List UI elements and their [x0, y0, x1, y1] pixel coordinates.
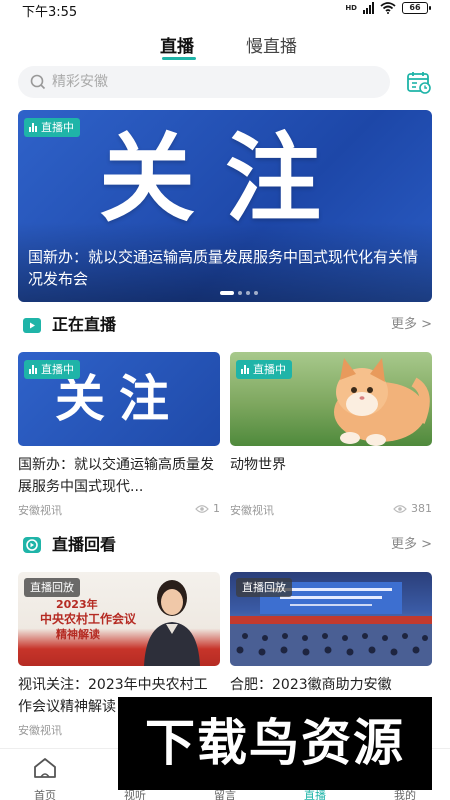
card-source: 安徽视讯: [18, 504, 62, 517]
tab-slow-live[interactable]: 慢直播: [246, 32, 297, 57]
live-badge: 直播中: [24, 118, 80, 137]
featured-banner[interactable]: 关注 直播中 国新办：就以交通运输高质量发展服务中国式现代化有关情况发布会: [18, 110, 432, 302]
eye-icon: [195, 504, 209, 513]
section-title: 直播回看: [52, 535, 117, 554]
live-card[interactable]: 关注 直播中 国新办：就以交通运输高质量发展服务中国式现代... 安徽视讯 1: [18, 352, 220, 518]
top-tabs: 直播 慢直播: [0, 30, 450, 62]
tv-icon: [23, 318, 41, 333]
live-section-header: 正在直播 更多 >: [18, 314, 432, 336]
tab-home[interactable]: 首页: [0, 749, 90, 800]
card-meta: 安徽视讯 381: [230, 502, 432, 518]
live-badge: 直播中: [236, 360, 292, 379]
replay-icon: [23, 537, 41, 553]
card-source: 安徽视讯: [230, 504, 274, 517]
replay-badge: 直播回放: [24, 578, 80, 597]
card-thumbnail: 关注 直播中: [18, 352, 220, 446]
search-input[interactable]: [52, 66, 372, 98]
status-bar: 下午3:55 HD 66: [0, 0, 450, 20]
section-title: 正在直播: [52, 315, 117, 334]
eye-icon: [393, 504, 407, 513]
schedule-icon[interactable]: [406, 70, 432, 96]
card-meta: 安徽视讯 1: [18, 502, 220, 518]
tab-live[interactable]: 直播: [160, 32, 194, 57]
view-count: 381: [393, 502, 432, 515]
card-thumbnail: 直播中: [230, 352, 432, 446]
live-bars-icon: [29, 123, 37, 132]
live-card[interactable]: 直播中 动物世界 安徽视讯 381: [230, 352, 432, 518]
watermark-overlay: 下载鸟资源: [118, 697, 432, 790]
banner-title: 国新办：就以交通运输高质量发展服务中国式现代化有关情况发布会: [28, 248, 419, 288]
search-icon: [30, 74, 46, 90]
signal-icon: [363, 2, 374, 14]
replay-card[interactable]: 直播回放 合肥：2023徽商助力安徽: [230, 572, 432, 696]
home-icon: [34, 758, 56, 778]
card-source: 安徽视讯: [18, 724, 62, 737]
live-badge: 直播中: [24, 360, 80, 379]
more-link[interactable]: 更多 >: [391, 536, 432, 554]
battery-icon: 66: [402, 2, 431, 14]
tab-underline: [162, 57, 196, 60]
search-bar[interactable]: [18, 66, 390, 98]
hd-icon: HD: [345, 3, 357, 12]
more-link[interactable]: 更多 >: [391, 316, 432, 334]
view-count: 1: [195, 502, 220, 515]
live-bars-icon: [29, 365, 37, 374]
card-title: 国新办：就以交通运输高质量发展服务中国式现代...: [18, 457, 214, 495]
card-thumbnail: 2023年 中央农村工作会议 精神解读 直播回放: [18, 572, 220, 666]
wifi-icon: [380, 2, 396, 14]
live-bars-icon: [241, 365, 249, 374]
carousel-dots: [220, 291, 258, 295]
card-title: 合肥：2023徽商助力安徽: [230, 677, 392, 693]
speaker-image: [144, 580, 200, 666]
card-title: 动物世界: [230, 457, 286, 473]
replay-section-header: 直播回看 更多 >: [18, 534, 432, 556]
replay-badge: 直播回放: [236, 578, 292, 597]
card-thumbnail: 直播回放: [230, 572, 432, 666]
banner-image-text: 关注: [99, 123, 351, 235]
status-time: 下午3:55: [22, 5, 78, 20]
status-icons: HD 66: [345, 2, 431, 14]
